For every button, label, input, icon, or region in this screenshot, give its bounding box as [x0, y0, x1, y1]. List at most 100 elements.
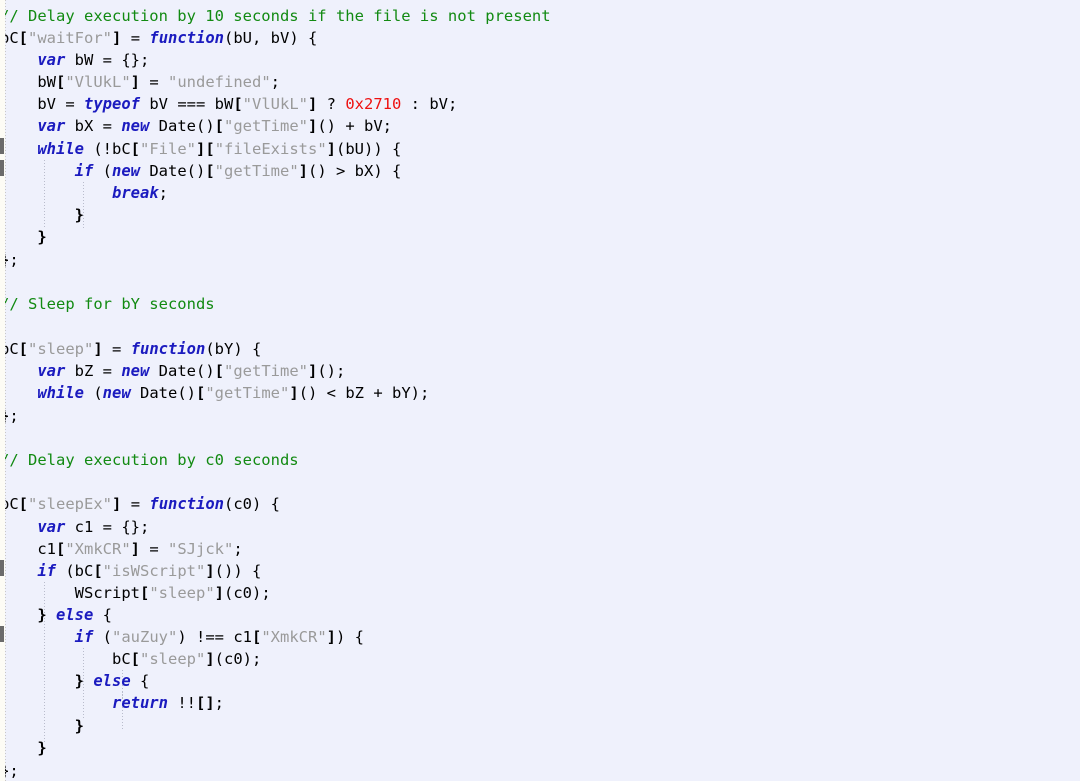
code-line[interactable]: if (new Date()["getTime"]() > bX) {: [0, 160, 402, 182]
code-editor[interactable]: // Delay execution by 10 seconds if the …: [0, 0, 1080, 781]
code-line[interactable]: c1["XmkCR"] = "SJjck";: [0, 538, 243, 560]
code-token-kw: else: [56, 606, 94, 624]
code-token-pl: bW: [0, 73, 56, 91]
code-token-bk: [: [214, 362, 224, 380]
code-line[interactable]: }: [0, 737, 46, 759]
code-token-cmt: // Delay execution by c0 seconds: [0, 451, 299, 469]
code-token-pl: c1: [0, 540, 56, 558]
code-token-pl: ();: [317, 362, 346, 380]
code-token-str: "VlUkL": [242, 95, 308, 113]
code-line[interactable]: }: [0, 204, 84, 226]
code-line[interactable]: // Delay execution by 10 seconds if the …: [0, 5, 551, 27]
code-token-cmt: // Sleep for bY seconds: [0, 295, 215, 313]
code-token-pl: (c0);: [214, 650, 262, 668]
code-token-bk: ]: [112, 495, 122, 513]
code-token-bk: ]: [205, 650, 215, 668]
code-token-pl: bW = {};: [65, 51, 150, 69]
code-line[interactable]: bC["sleep"] = function(bY) {: [0, 338, 261, 360]
code-token-bk: [: [233, 95, 243, 113]
code-token-kw: function: [130, 340, 206, 358]
fold-marker[interactable]: [0, 560, 4, 576]
code-line[interactable]: break;: [0, 182, 168, 204]
code-token-pl: ;: [270, 73, 281, 91]
code-token-pl: ;: [233, 540, 243, 558]
code-line[interactable]: var bZ = new Date()["getTime"]();: [0, 360, 345, 382]
code-line[interactable]: bW["VlUkL"] = "undefined";: [0, 71, 280, 93]
code-line[interactable]: var bX = new Date()["getTime"]() + bV;: [0, 115, 392, 137]
code-token-bk: [: [214, 117, 224, 135]
code-token-str: "undefined": [168, 73, 271, 91]
code-token-kw: var: [37, 117, 66, 135]
code-token-bk: ]: [308, 117, 318, 135]
code-token-bk: [: [196, 384, 206, 402]
code-token-str: "XmkCR": [65, 540, 131, 558]
code-token-kw: if: [37, 562, 56, 580]
code-token-bk: [: [56, 73, 66, 91]
code-token-bk: ]: [130, 73, 141, 91]
code-token-pl: ;: [158, 184, 168, 202]
code-token-pl: bX =: [65, 117, 122, 135]
code-line[interactable]: return !![];: [0, 692, 224, 714]
code-token-pl: =: [140, 540, 169, 558]
code-token-pl: Date(): [149, 117, 215, 135]
code-line[interactable]: // Sleep for bY seconds: [0, 293, 215, 315]
code-token-bk: ]: [298, 162, 309, 180]
code-token-bk: [: [130, 140, 141, 158]
fold-marker[interactable]: [0, 138, 4, 154]
code-token-str: "getTime": [205, 384, 290, 402]
code-line[interactable]: bC["waitFor"] = function(bU, bV) {: [0, 27, 317, 49]
code-line[interactable]: } else {: [0, 604, 112, 626]
code-line[interactable]: WScript["sleep"](c0);: [0, 582, 271, 604]
code-line[interactable]: bC["sleep"](c0);: [0, 648, 261, 670]
code-token-pl: bV =: [0, 95, 84, 113]
code-token-pl: =: [121, 29, 150, 47]
code-token-kw: typeof: [84, 95, 140, 113]
code-token-pl: () + bV;: [317, 117, 392, 135]
code-line[interactable]: } else {: [0, 670, 150, 692]
code-token-str: "VlUkL": [65, 73, 131, 91]
code-token-pl: bC: [0, 650, 131, 668]
code-token-str: "auZuy": [112, 628, 178, 646]
code-token-pl: (c0);: [224, 584, 271, 602]
code-line[interactable]: bV = typeof bV === bW["VlUkL"] ? 0x2710 …: [0, 93, 457, 115]
code-line[interactable]: bC["sleepEx"] = function(c0) {: [0, 493, 280, 515]
code-token-bk: ]: [205, 562, 215, 580]
code-token-bk: ]: [112, 29, 122, 47]
code-token-num: 0x2710: [345, 95, 402, 113]
code-token-pl: (bC: [56, 562, 94, 580]
code-token-str: "getTime": [224, 117, 308, 135]
code-token-str: "isWScript": [102, 562, 206, 580]
code-token-bk: }: [0, 228, 47, 246]
code-token-bk: [: [56, 540, 66, 558]
code-line[interactable]: var c1 = {};: [0, 516, 149, 538]
code-token-bk: []: [195, 694, 215, 712]
code-content[interactable]: // Delay execution by 10 seconds if the …: [0, 0, 1080, 781]
code-line[interactable]: if ("auZuy") !== c1["XmkCR"]) {: [0, 626, 364, 648]
code-token-bk: ]: [326, 628, 336, 646]
code-token-kw: function: [149, 29, 225, 47]
code-line[interactable]: if (bC["isWScript"]()) {: [0, 560, 261, 582]
code-line[interactable]: }: [0, 226, 47, 248]
code-token-kw: if: [74, 628, 94, 646]
code-token-bk: [: [205, 162, 215, 180]
code-token-kw: new: [102, 384, 131, 402]
code-line[interactable]: while (!bC["File"]["fileExists"](bU)) {: [0, 138, 401, 160]
code-token-pl: ;: [9, 762, 19, 780]
code-line[interactable]: var bW = {};: [0, 49, 149, 71]
code-token-pl: (: [84, 384, 103, 402]
code-token-str: "SJjck": [168, 540, 234, 558]
code-line[interactable]: // Delay execution by c0 seconds: [0, 449, 299, 471]
code-token-bk: }: [0, 206, 84, 224]
code-token-bk: ]: [130, 540, 141, 558]
code-line[interactable]: }: [0, 715, 84, 737]
code-token-pl: !!: [167, 694, 196, 712]
code-token-kw: var: [37, 51, 66, 69]
fold-marker[interactable]: [0, 160, 4, 176]
code-token-bk: }: [0, 672, 84, 690]
code-token-str: "getTime": [214, 162, 299, 180]
code-line[interactable]: while (new Date()["getTime"]() < bZ + bY…: [0, 382, 429, 404]
fold-marker[interactable]: [0, 626, 4, 642]
code-token-pl: =: [102, 340, 131, 358]
